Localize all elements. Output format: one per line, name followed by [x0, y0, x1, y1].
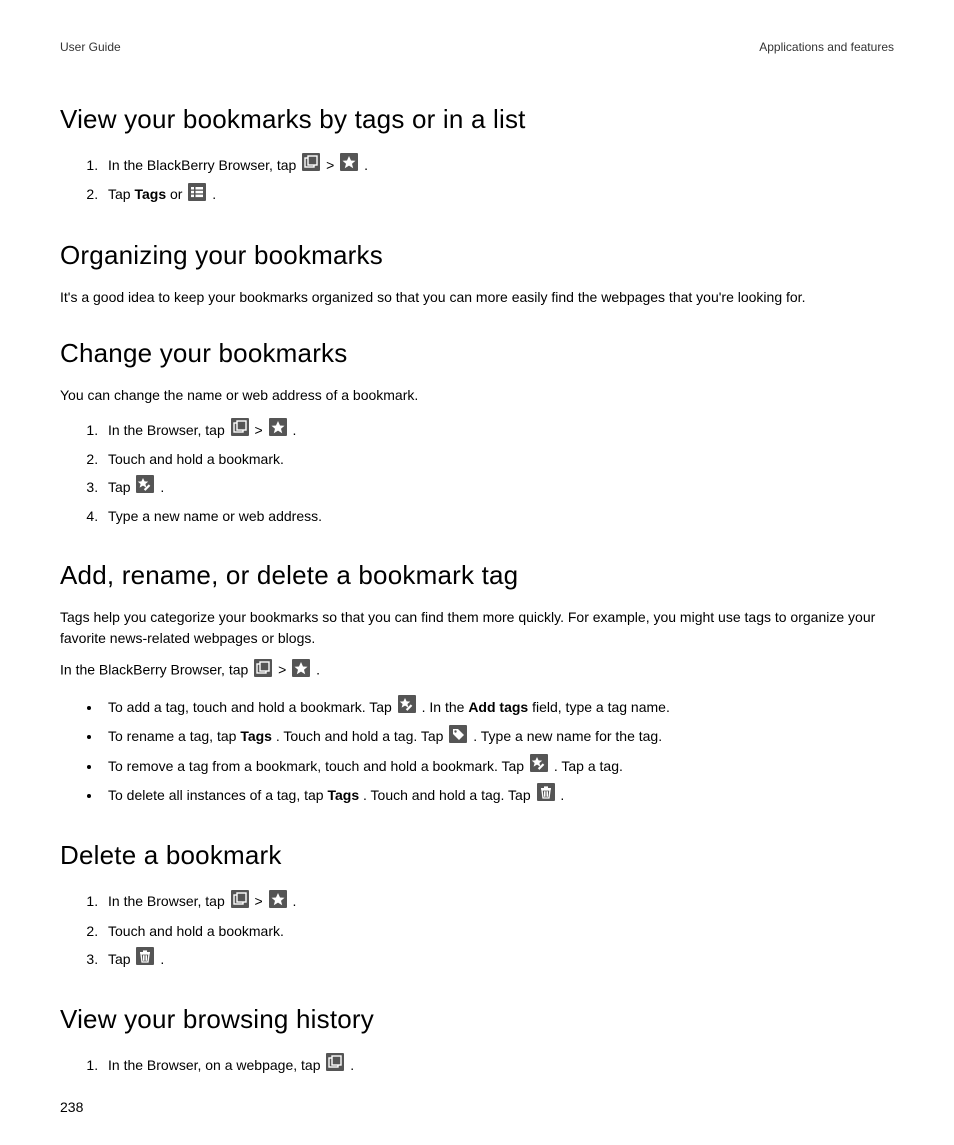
heading-organizing: Organizing your bookmarks: [60, 240, 894, 271]
star-icon: [269, 417, 287, 445]
intro-addrename: In the BlackBerry Browser, tap > .: [60, 659, 894, 683]
heading-change: Change your bookmarks: [60, 338, 894, 369]
steps-delete: In the Browser, tap > . Touch and hold a…: [60, 887, 894, 974]
list-item: In the BlackBerry Browser, tap > .: [102, 151, 894, 180]
bold-text: Add tags: [468, 699, 528, 715]
star-icon: [340, 152, 358, 180]
list-item: Tap .: [102, 945, 894, 974]
star-icon: [269, 889, 287, 917]
list-item: To delete all instances of a tag, tap Ta…: [102, 781, 894, 810]
tag-icon: [449, 724, 467, 752]
list-item: In the Browser, tap > .: [102, 887, 894, 916]
star-edit-icon: [530, 753, 548, 781]
heading-history: View your browsing history: [60, 1004, 894, 1035]
tabs-icon: [231, 417, 249, 445]
trash-icon: [537, 782, 555, 810]
list-item: Tap .: [102, 473, 894, 502]
list-item: To remove a tag from a bookmark, touch a…: [102, 752, 894, 781]
header-left: User Guide: [60, 40, 121, 54]
star-edit-icon: [136, 474, 154, 502]
steps-change: In the Browser, tap > . Touch and hold a…: [60, 416, 894, 531]
heading-delete: Delete a bookmark: [60, 840, 894, 871]
list-item: In the Browser, tap > .: [102, 416, 894, 445]
list-item: To rename a tag, tap Tags . Touch and ho…: [102, 722, 894, 751]
body-addrename: Tags help you categorize your bookmarks …: [60, 607, 894, 649]
body-organizing: It's a good idea to keep your bookmarks …: [60, 287, 894, 308]
bold-text: Tags: [134, 186, 166, 202]
list-item: To add a tag, touch and hold a bookmark.…: [102, 693, 894, 722]
list-icon: [188, 182, 206, 210]
star-edit-icon: [398, 694, 416, 722]
tabs-icon: [302, 152, 320, 180]
bold-text: Tags: [327, 787, 359, 803]
tabs-icon: [326, 1052, 344, 1080]
header-right: Applications and features: [759, 40, 894, 54]
bullets-addrename: To add a tag, touch and hold a bookmark.…: [60, 693, 894, 810]
tabs-icon: [231, 889, 249, 917]
tabs-icon: [254, 659, 272, 683]
page: User Guide Applications and features Vie…: [0, 0, 954, 1145]
list-item: Tap Tags or .: [102, 180, 894, 209]
list-item: Touch and hold a bookmark.: [102, 445, 894, 473]
page-number: 238: [60, 1099, 83, 1115]
heading-view-bookmarks: View your bookmarks by tags or in a list: [60, 104, 894, 135]
steps-view-bookmarks: In the BlackBerry Browser, tap > . Tap T…: [60, 151, 894, 210]
page-header: User Guide Applications and features: [60, 40, 894, 54]
trash-icon: [136, 946, 154, 974]
body-change: You can change the name or web address o…: [60, 385, 894, 406]
bold-text: Tags: [240, 728, 272, 744]
star-icon: [292, 659, 310, 683]
steps-history: In the Browser, on a webpage, tap .: [60, 1051, 894, 1080]
list-item: In the Browser, on a webpage, tap .: [102, 1051, 894, 1080]
list-item: Type a new name or web address.: [102, 502, 894, 530]
list-item: Touch and hold a bookmark.: [102, 917, 894, 945]
heading-addrename: Add, rename, or delete a bookmark tag: [60, 560, 894, 591]
